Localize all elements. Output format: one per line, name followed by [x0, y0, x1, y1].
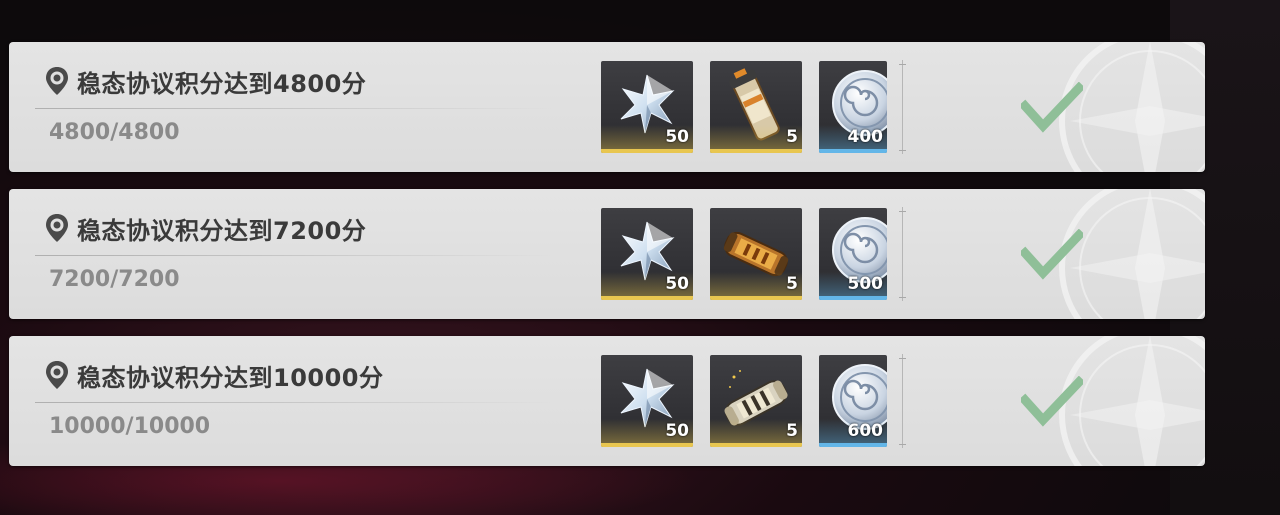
reward-slot[interactable]: 5 — [710, 208, 802, 300]
mission-header: 稳态协议积分达到7200分 — [45, 211, 366, 245]
check-icon — [1021, 229, 1083, 280]
reward-slot[interactable]: 400 — [819, 61, 887, 153]
divider — [35, 108, 555, 109]
mission-card[interactable]: 稳态协议积分达到4800分 4800/4800 50 5 400 — [9, 42, 1205, 172]
reward-slot[interactable]: 5 — [710, 355, 802, 447]
reward-separator — [902, 60, 903, 154]
mission-title: 稳态协议积分达到7200分 — [77, 216, 367, 245]
rarity-bar — [819, 296, 887, 300]
mission-progress: 10000/10000 — [49, 414, 211, 439]
reward-count: 5 — [786, 127, 798, 147]
reward-count: 50 — [665, 274, 689, 294]
location-pin-icon — [46, 214, 68, 242]
reward-slot[interactable]: 50 — [601, 355, 693, 447]
reward-separator — [902, 354, 903, 448]
mission-header: 稳态协议积分达到10000分 — [45, 358, 384, 392]
divider — [35, 255, 555, 256]
reward-count: 500 — [847, 274, 884, 294]
rarity-bar — [601, 296, 693, 300]
reward-count: 5 — [786, 421, 798, 441]
separator-tick — [899, 358, 906, 359]
reward-slot[interactable]: 50 — [601, 61, 693, 153]
mission-card[interactable]: 稳态协议积分达到10000分 10000/10000 50 5 600 — [9, 336, 1205, 466]
check-icon — [1021, 376, 1083, 427]
mission-progress: 7200/7200 — [49, 267, 180, 292]
rarity-bar — [601, 149, 693, 153]
mission-card[interactable]: 稳态协议积分达到7200分 7200/7200 50 5 500 — [9, 189, 1205, 319]
rarity-bar — [710, 443, 802, 447]
separator-tick — [899, 297, 906, 298]
separator-tick — [899, 64, 906, 65]
divider — [35, 402, 555, 403]
check-icon — [1021, 82, 1083, 133]
mission-progress: 4800/4800 — [49, 120, 180, 145]
location-pin-icon — [46, 361, 68, 389]
mission-title: 稳态协议积分达到10000分 — [77, 363, 384, 392]
reward-slot[interactable]: 500 — [819, 208, 887, 300]
separator-tick — [899, 444, 906, 445]
location-pin-icon — [46, 67, 68, 95]
rarity-bar — [819, 149, 887, 153]
reward-count: 600 — [847, 421, 884, 441]
reward-count: 5 — [786, 274, 798, 294]
reward-separator — [902, 207, 903, 301]
reward-slot[interactable]: 50 — [601, 208, 693, 300]
rarity-bar — [819, 443, 887, 447]
rarity-bar — [710, 149, 802, 153]
mission-header: 稳态协议积分达到4800分 — [45, 64, 366, 98]
reward-count: 400 — [847, 127, 884, 147]
reward-slot[interactable]: 600 — [819, 355, 887, 447]
separator-tick — [899, 211, 906, 212]
mission-title: 稳态协议积分达到4800分 — [77, 69, 367, 98]
reward-count: 50 — [665, 421, 689, 441]
rarity-bar — [710, 296, 802, 300]
reward-slot[interactable]: 5 — [710, 61, 802, 153]
rarity-bar — [601, 443, 693, 447]
separator-tick — [899, 150, 906, 151]
reward-count: 50 — [665, 127, 689, 147]
